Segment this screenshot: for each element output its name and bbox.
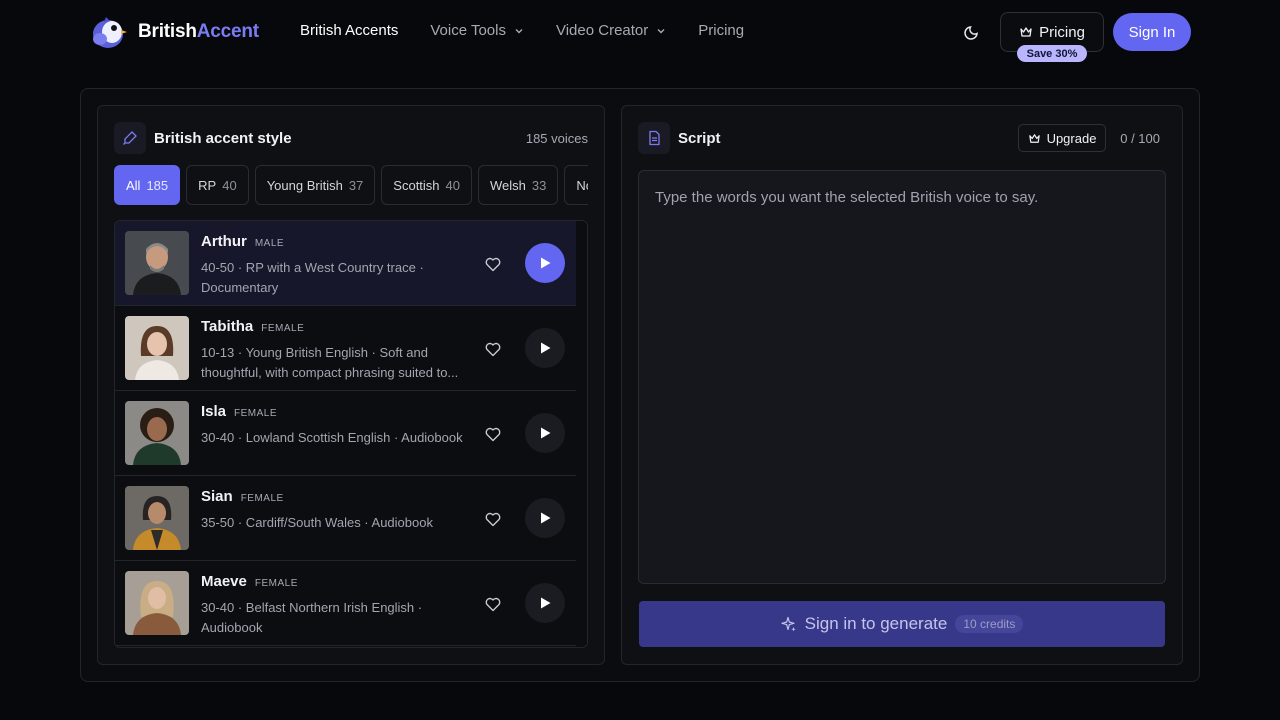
- voice-name: Tabitha FEMALE: [201, 318, 305, 335]
- script-input[interactable]: Type the words you want the selected Bri…: [638, 170, 1166, 584]
- voice-panel-title: British accent style: [154, 130, 292, 147]
- play-icon: [541, 597, 551, 609]
- avatar: [125, 571, 189, 635]
- voice-gender: FEMALE: [240, 493, 284, 504]
- theme-toggle-button[interactable]: [956, 16, 988, 48]
- sparkle-icon: [781, 616, 796, 632]
- voice-description: 40-50 · RP with a West Country trace · D…: [201, 260, 424, 295]
- filter-all[interactable]: All 185: [114, 165, 181, 205]
- microphone-icon-box: [114, 122, 146, 154]
- document-icon-box: [638, 122, 670, 154]
- filter-rp[interactable]: RP 40: [186, 165, 249, 205]
- upgrade-button-label: Upgrade: [1046, 130, 1097, 146]
- avatar: [125, 231, 189, 295]
- top-navigation: BritishAccent British Accents Voice Tool…: [0, 0, 1280, 64]
- script-panel: Script Upgrade 0 / 100 Type the words yo…: [621, 105, 1183, 665]
- pricing-button-label: Pricing: [1039, 23, 1085, 41]
- voice-name: Maeve FEMALE: [201, 573, 298, 590]
- avatar: [125, 401, 189, 465]
- avatar: [125, 486, 189, 550]
- voice-name: Arthur MALE: [201, 233, 285, 250]
- voice-row-maeve[interactable]: Maeve FEMALE 30-40 · Belfast Northern Iri…: [115, 561, 576, 646]
- scrollbar[interactable]: [576, 221, 587, 647]
- chevron-down-icon: [515, 28, 523, 33]
- play-button[interactable]: [525, 328, 565, 368]
- accent-filter-bar: All 185 RP 40 Young British 37 Scottish 40 W…: [114, 165, 588, 207]
- generate-button[interactable]: Sign in to generate 10 credits: [639, 601, 1165, 647]
- play-icon: [541, 512, 551, 524]
- generate-button-label: Sign in to generate: [804, 614, 948, 633]
- filter-northern[interactable]: Nor: [564, 165, 588, 205]
- voice-gender: FEMALE: [254, 578, 298, 589]
- crown-icon: [1020, 27, 1032, 37]
- voice-row-isla[interactable]: Isla FEMALE 30-40 · Lowland Scottish Engl…: [115, 391, 576, 476]
- voice-gender: MALE: [254, 238, 285, 249]
- heart-icon[interactable]: [483, 339, 503, 359]
- voice-description: 35-50 · Cardiff/South Wales · Audiobook: [201, 515, 433, 530]
- moon-icon: [964, 26, 978, 40]
- play-button[interactable]: [525, 583, 565, 623]
- voice-list[interactable]: Arthur MALE 40-50 · RP with a West Countr…: [114, 220, 588, 648]
- voice-row-arthur[interactable]: Arthur MALE 40-50 · RP with a West Countr…: [115, 221, 576, 306]
- filter-scottish[interactable]: Scottish 40: [381, 165, 473, 205]
- voice-description: 30-40 · Lowland Scottish English · Audio…: [201, 430, 463, 445]
- heart-icon[interactable]: [483, 424, 503, 444]
- heart-icon[interactable]: [483, 509, 503, 529]
- filter-welsh[interactable]: Welsh 33: [478, 165, 559, 205]
- heart-icon[interactable]: [483, 254, 503, 274]
- voice-gender: FEMALE: [234, 408, 278, 419]
- bird-logo-icon: [93, 17, 127, 48]
- play-button[interactable]: [525, 413, 565, 453]
- document-icon: [649, 130, 660, 146]
- microphone-icon: [123, 131, 137, 145]
- upgrade-button[interactable]: Upgrade: [1018, 124, 1106, 152]
- voice-count: 185 voices: [525, 131, 588, 146]
- play-icon: [541, 257, 551, 269]
- avatar: [125, 316, 189, 380]
- play-icon: [541, 427, 551, 439]
- brand-logo[interactable]: BritishAccent: [88, 12, 259, 52]
- character-count: 0 / 100: [1120, 131, 1160, 146]
- nav-british-accents[interactable]: British Accents: [300, 22, 398, 39]
- voice-gender: FEMALE: [261, 323, 305, 334]
- nav-video-creator[interactable]: Video Creator: [556, 22, 666, 39]
- script-input-placeholder: Type the words you want the selected Bri…: [655, 189, 1039, 206]
- credits-badge: 10 credits: [955, 615, 1024, 633]
- voice-row-tabitha[interactable]: Tabitha FEMALE 10-13 · Young British Engl…: [115, 306, 576, 391]
- filter-young-british[interactable]: Young British 37: [254, 165, 376, 205]
- voice-description: 30-40 · Belfast Northern Irish English ·…: [201, 600, 423, 635]
- voice-description: 10-13 · Young British English · Soft and…: [201, 345, 459, 380]
- play-icon: [541, 342, 551, 354]
- nav-pricing[interactable]: Pricing: [698, 22, 744, 39]
- voice-row-sian[interactable]: Sian FEMALE 35-50 · Cardiff/South Wales ·…: [115, 476, 576, 561]
- voice-name: Isla FEMALE: [201, 403, 278, 420]
- chevron-down-icon: [657, 28, 665, 33]
- nav-voice-tools[interactable]: Voice Tools: [430, 22, 524, 39]
- brand-name: BritishAccent: [138, 21, 259, 42]
- sign-in-button[interactable]: Sign In: [1113, 13, 1191, 51]
- play-button[interactable]: [525, 243, 565, 283]
- play-button[interactable]: [525, 498, 565, 538]
- voice-panel: British accent style 185 voices All 185 R…: [97, 105, 605, 665]
- script-panel-title: Script: [678, 130, 721, 147]
- heart-icon[interactable]: [483, 594, 503, 614]
- crown-icon: [1028, 133, 1040, 143]
- save-badge: Save 30%: [1017, 45, 1087, 62]
- voice-name: Sian FEMALE: [201, 488, 284, 505]
